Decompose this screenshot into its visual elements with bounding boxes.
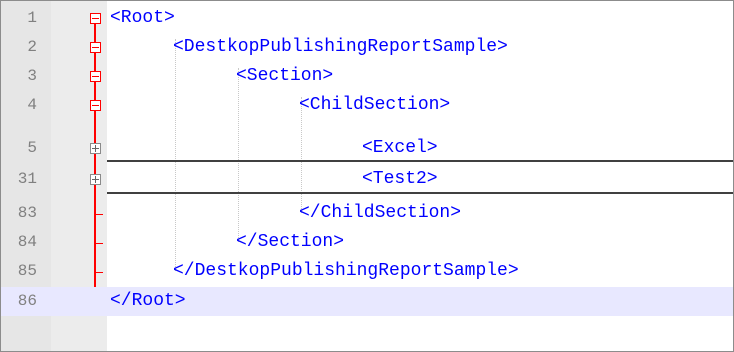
fold-collapse-icon[interactable] [90, 71, 101, 82]
code-editor[interactable]: 1 <Root> 2 <DestkopPublishingReportSampl… [0, 0, 734, 352]
xml-tag: <Section> [236, 66, 334, 86]
code-line[interactable]: 83 </ChildSection> [1, 199, 733, 228]
xml-tag: <Root> [110, 8, 175, 28]
folded-region-marker [107, 160, 733, 162]
fold-expand-icon[interactable] [90, 143, 101, 154]
line-number: 86 [17, 292, 37, 310]
xml-tag: </Section> [236, 232, 345, 252]
xml-tag: <ChildSection> [299, 95, 451, 115]
fold-expand-icon[interactable] [90, 174, 101, 185]
line-number: 5 [27, 139, 37, 157]
code-line[interactable]: 85 </DestkopPublishingReportSample> [1, 257, 733, 286]
xml-tag: </ChildSection> [299, 203, 462, 223]
line-number: 4 [27, 96, 37, 114]
code-line[interactable]: 3 <Section> [1, 62, 733, 91]
xml-tag: </DestkopPublishingReportSample> [173, 261, 519, 281]
code-line-current[interactable]: 86 </Root> [1, 287, 733, 316]
line-number: 1 [27, 9, 37, 27]
code-line[interactable]: 1 <Root> [1, 4, 733, 33]
xml-tag: <Excel> [362, 138, 438, 158]
code-line[interactable]: 4 <ChildSection> [1, 91, 733, 120]
line-number: 83 [17, 204, 37, 222]
code-line[interactable]: 31 <Test2> [1, 165, 733, 194]
line-number: 2 [27, 38, 37, 56]
fold-collapse-icon[interactable] [90, 42, 101, 53]
line-number: 3 [27, 67, 37, 85]
folded-region-marker [107, 192, 733, 194]
xml-tag: <Test2> [362, 169, 438, 189]
xml-tag: </Root> [110, 291, 186, 311]
fold-collapse-icon[interactable] [90, 13, 101, 24]
line-number: 31 [17, 170, 37, 188]
xml-tag: <DestkopPublishingReportSample> [173, 37, 508, 57]
code-line[interactable]: 84 </Section> [1, 228, 733, 257]
line-number: 85 [17, 262, 37, 280]
fold-collapse-icon[interactable] [90, 100, 101, 111]
code-line[interactable]: 2 <DestkopPublishingReportSample> [1, 33, 733, 62]
code-line[interactable]: 5 <Excel> [1, 134, 733, 163]
line-number: 84 [17, 233, 37, 251]
